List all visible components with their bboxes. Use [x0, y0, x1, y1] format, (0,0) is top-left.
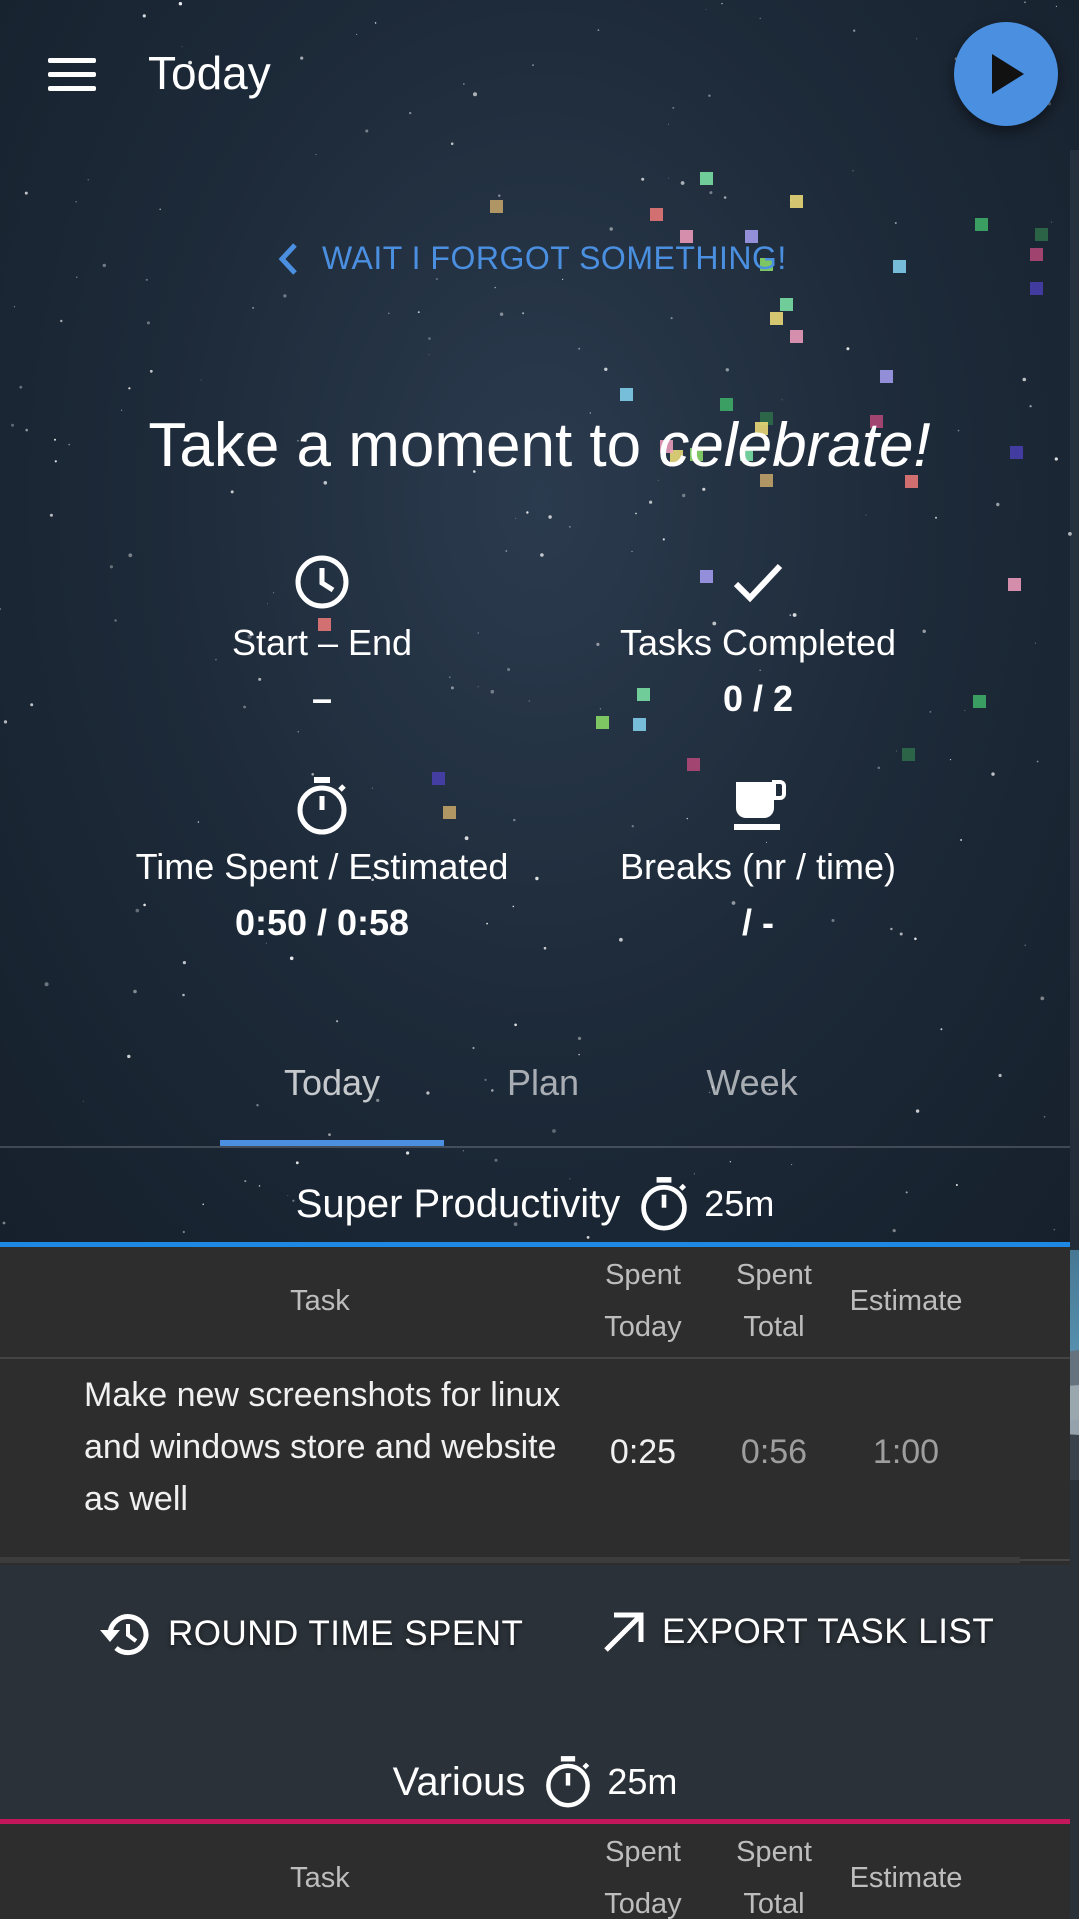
- task-title: Make new screenshots for linux and windo…: [84, 1376, 561, 1518]
- stat-start-end: Start – End –: [102, 552, 542, 720]
- column-spent-today: Spent Today: [604, 1836, 682, 1919]
- project-time: 25m: [607, 1761, 678, 1802]
- celebrate-prefix: Take a moment to: [148, 411, 659, 480]
- scrollbar[interactable]: [1070, 150, 1079, 1420]
- view-tabs: Today Plan Week: [0, 1040, 1070, 1148]
- confetti-piece: [780, 298, 793, 311]
- timer-icon: [546, 1756, 591, 1808]
- task-table: Task Spent Today Spent Total Estimate: [0, 1824, 1070, 1919]
- column-task: Task: [290, 1285, 350, 1317]
- stat-time-spent: Time Spent / Estimated 0:50 / 0:58: [102, 776, 542, 944]
- confetti-piece: [790, 195, 803, 208]
- confetti-piece: [893, 260, 906, 273]
- confetti-piece: [490, 200, 503, 213]
- task-spent-total: 0:56: [740, 1433, 808, 1471]
- project-name: Super Productivity: [295, 1181, 621, 1226]
- confetti-piece: [620, 388, 633, 401]
- celebrate-emphasis: celebrate!: [658, 411, 931, 480]
- confetti-piece: [790, 330, 803, 343]
- check-icon: [538, 552, 978, 612]
- menu-button[interactable]: [40, 48, 96, 104]
- stat-label: Start – End: [231, 622, 413, 663]
- column-spent-total: Spent Total: [736, 1836, 812, 1919]
- page-title: Today: [148, 47, 271, 99]
- confetti-piece: [902, 748, 915, 761]
- confetti-piece: [687, 758, 700, 771]
- chevron-left-icon: [278, 242, 297, 275]
- stat-label: Time Spent / Estimated: [135, 846, 509, 887]
- task-table: Task Spent Today Spent Total Estimate Make…: [0, 1247, 1070, 1565]
- stat-value: 0 / 2: [722, 678, 794, 719]
- project-name: Various: [392, 1759, 526, 1804]
- round-time-spent-label: ROUND TIME SPENT: [168, 1614, 524, 1653]
- stat-value: 0:50 / 0:58: [234, 902, 410, 943]
- column-spent-total: Spent Total: [736, 1259, 812, 1343]
- stat-tasks-completed: Tasks Completed 0 / 2: [538, 552, 978, 720]
- confetti-piece: [1030, 282, 1043, 295]
- app-toolbar: Today: [0, 0, 1079, 150]
- project-header: Super Productivity 25m: [0, 1172, 1070, 1236]
- tab-plan[interactable]: Plan: [470, 1062, 616, 1104]
- confetti-piece: [1008, 578, 1021, 591]
- tab-today[interactable]: Today: [220, 1062, 444, 1104]
- task-estimate: 1:00: [872, 1433, 940, 1471]
- confetti-piece: [880, 370, 893, 383]
- confetti-piece: [650, 208, 663, 221]
- play-button[interactable]: [954, 22, 1058, 126]
- project-time: 25m: [704, 1183, 775, 1224]
- stat-value: / -: [742, 902, 774, 943]
- forgot-something-link[interactable]: WAIT I FORGOT SOMETHING!: [278, 240, 787, 277]
- stat-label: Tasks Completed: [619, 622, 897, 663]
- timer-icon: [102, 776, 542, 836]
- confetti-piece: [1030, 248, 1043, 261]
- coffee-icon: [538, 776, 978, 836]
- confetti-piece: [770, 312, 783, 325]
- task-spent-today: 0:25: [609, 1433, 677, 1471]
- tab-week[interactable]: Week: [670, 1062, 834, 1104]
- export-task-list-button[interactable]: EXPORT TASK LIST: [600, 1608, 994, 1656]
- arrow-up-right-icon: [604, 1612, 644, 1652]
- column-estimate: Estimate: [849, 1285, 963, 1317]
- menu-icon: [48, 58, 96, 63]
- play-icon: [992, 54, 1024, 94]
- stat-breaks: Breaks (nr / time) / -: [538, 776, 978, 944]
- clock-icon: [102, 552, 542, 612]
- round-time-spent-button[interactable]: ROUND TIME SPENT: [98, 1608, 523, 1660]
- export-task-list-label: EXPORT TASK LIST: [662, 1612, 995, 1651]
- stat-label: Breaks (nr / time): [619, 846, 897, 887]
- column-task: Task: [290, 1862, 350, 1894]
- table-header: Task Spent Today Spent Total Estimate: [0, 1824, 1070, 1919]
- forgot-something-label: WAIT I FORGOT SOMETHING!: [322, 240, 787, 276]
- celebrate-heading: Take a moment to celebrate!: [0, 410, 1079, 481]
- confetti-piece: [1035, 228, 1048, 241]
- table-row[interactable]: Make new screenshots for linux and windo…: [0, 1359, 1070, 1561]
- timer-icon: [641, 1177, 688, 1231]
- project-header: Various 25m: [0, 1752, 1070, 1812]
- confetti-piece: [975, 218, 988, 231]
- table-header: Task Spent Today Spent Total Estimate: [0, 1247, 1070, 1359]
- active-tab-indicator: [220, 1140, 444, 1146]
- table-horizontal-scrollbar[interactable]: [0, 1557, 1020, 1563]
- confetti-piece: [700, 172, 713, 185]
- stat-value: –: [311, 678, 333, 719]
- column-spent-today: Spent Today: [604, 1259, 682, 1343]
- column-estimate: Estimate: [849, 1862, 963, 1894]
- history-icon: [100, 1614, 149, 1656]
